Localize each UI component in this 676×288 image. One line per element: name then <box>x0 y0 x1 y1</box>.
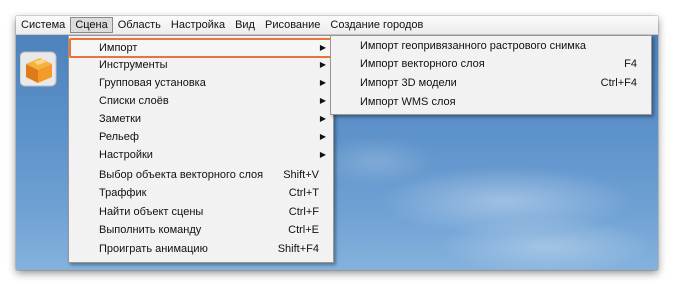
menu-scene[interactable]: Сцена <box>70 17 113 33</box>
menu-item-relief[interactable]: Рельеф ▶ <box>71 128 331 146</box>
menu-view[interactable]: Вид <box>230 17 260 33</box>
shortcut-label: F4 <box>624 58 637 70</box>
menu-item-notes[interactable]: Заметки ▶ <box>71 110 331 128</box>
menu-system[interactable]: Система <box>16 17 70 33</box>
menu-item-select-vector-object[interactable]: Выбор объекта векторного слоя Shift+V <box>71 166 331 184</box>
shortcut-label: Ctrl+E <box>288 224 319 236</box>
submenu-arrow-icon: ▶ <box>319 78 326 87</box>
menu-drawing[interactable]: Рисование <box>260 17 325 33</box>
shortcut-label: Shift+F4 <box>277 243 319 255</box>
menu-item-import[interactable]: Импорт ▶ <box>69 38 333 58</box>
orange-cube-logo-icon <box>20 51 57 87</box>
menu-city-builder[interactable]: Создание городов <box>325 17 428 33</box>
menu-item-play-animation[interactable]: Проиграть анимацию Shift+F4 <box>71 240 331 258</box>
submenu-arrow-icon: ▶ <box>319 132 326 141</box>
menu-item-find-scene-object[interactable]: Найти объект сцены Ctrl+F <box>71 203 331 221</box>
menu-item-settings[interactable]: Настройки ▶ <box>71 146 331 164</box>
menu-settings[interactable]: Настройка <box>166 17 230 33</box>
menu-area[interactable]: Область <box>113 17 166 33</box>
menu-item-tools[interactable]: Инструменты ▶ <box>71 56 331 74</box>
sky-cloud <box>436 216 656 270</box>
app-window: Система Сцена Область Настройка Вид Рисо… <box>16 16 658 270</box>
menu-item-traffic[interactable]: Траффик Ctrl+T <box>71 184 331 202</box>
menu-item-group-setup[interactable]: Групповая установка ▶ <box>71 74 331 92</box>
shortcut-label: Ctrl+F4 <box>600 77 637 89</box>
menu-item-import-wms-layer[interactable]: Импорт WMS слоя <box>333 93 649 111</box>
menu-item-run-command[interactable]: Выполнить команду Ctrl+E <box>71 221 331 239</box>
menu-item-import-vector-layer[interactable]: Импорт векторного слоя F4 <box>333 55 649 73</box>
submenu-arrow-icon: ▶ <box>319 114 326 123</box>
shortcut-label: Shift+V <box>283 169 319 181</box>
submenu-arrow-icon: ▶ <box>319 96 326 105</box>
shortcut-label: Ctrl+F <box>288 206 319 218</box>
scene-menu: Импорт ▶ Инструменты ▶ Групповая установ… <box>68 35 334 263</box>
submenu-arrow-icon: ▶ <box>319 150 326 159</box>
menu-bar: Система Сцена Область Настройка Вид Рисо… <box>16 16 658 35</box>
menu-item-import-georeferenced-raster[interactable]: Импорт геопривязанного растрового снимка <box>333 37 649 55</box>
shortcut-label: Ctrl+T <box>288 187 319 199</box>
menu-item-layer-lists[interactable]: Списки слоёв ▶ <box>71 92 331 110</box>
menu-item-import-3d-model[interactable]: Импорт 3D модели Ctrl+F4 <box>333 74 649 92</box>
submenu-arrow-icon: ▶ <box>319 60 326 69</box>
import-submenu: Импорт геопривязанного растрового снимка… <box>330 35 652 115</box>
submenu-arrow-icon: ▶ <box>319 43 326 52</box>
